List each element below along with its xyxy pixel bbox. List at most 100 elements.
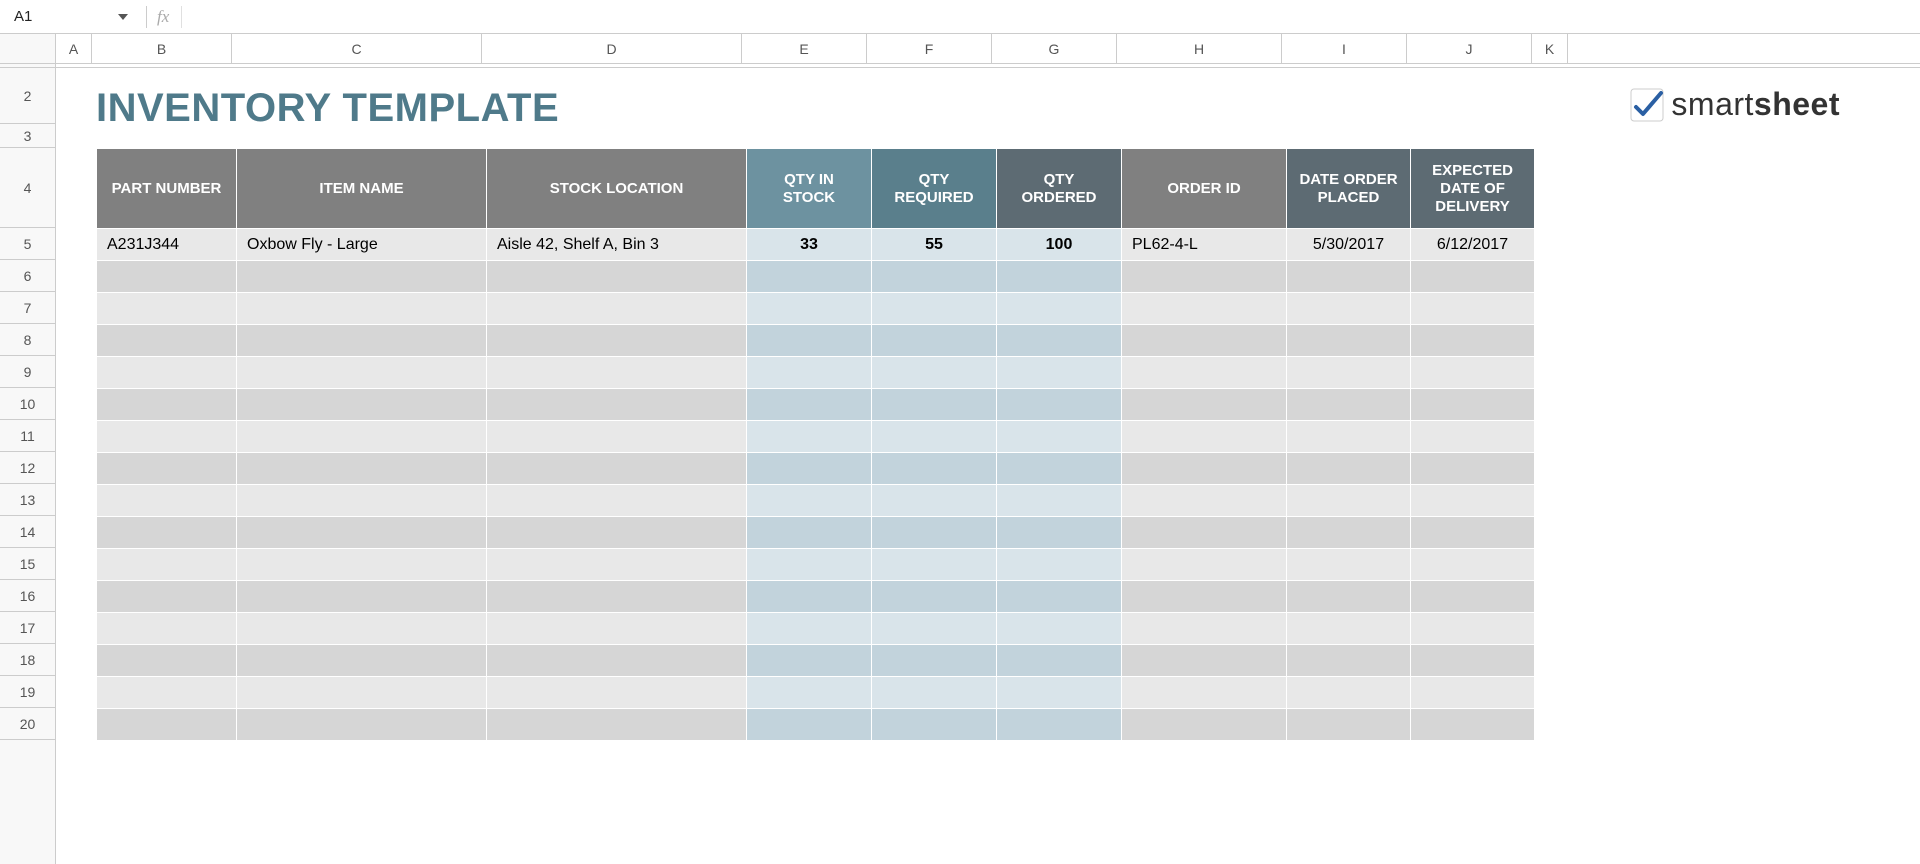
column-header-F[interactable]: F xyxy=(867,34,992,63)
cell[interactable] xyxy=(1122,485,1287,517)
cell[interactable] xyxy=(237,485,487,517)
cell[interactable] xyxy=(1122,581,1287,613)
col-stock-location[interactable]: STOCK LOCATION xyxy=(487,149,747,229)
cell[interactable] xyxy=(747,421,872,453)
row-header-9[interactable]: 9 xyxy=(0,356,55,388)
cell[interactable] xyxy=(1122,357,1287,389)
row-header-15[interactable]: 15 xyxy=(0,548,55,580)
cell[interactable] xyxy=(1287,709,1411,741)
row-header-11[interactable]: 11 xyxy=(0,420,55,452)
row-header-6[interactable]: 6 xyxy=(0,260,55,292)
cell[interactable] xyxy=(997,421,1122,453)
cell[interactable] xyxy=(997,293,1122,325)
cell[interactable] xyxy=(872,517,997,549)
cell[interactable] xyxy=(97,709,237,741)
formula-input[interactable] xyxy=(188,5,1920,29)
cell[interactable] xyxy=(872,709,997,741)
cell[interactable] xyxy=(872,677,997,709)
cell[interactable] xyxy=(1411,357,1535,389)
cell[interactable]: 100 xyxy=(997,229,1122,261)
cell[interactable] xyxy=(747,389,872,421)
cell[interactable] xyxy=(237,421,487,453)
column-header-K[interactable]: K xyxy=(1532,34,1568,63)
cell[interactable] xyxy=(1411,709,1535,741)
cell[interactable] xyxy=(97,357,237,389)
col-qty-required[interactable]: QTY REQUIRED xyxy=(872,149,997,229)
sheet-body[interactable]: INVENTORY TEMPLATE smartsheet xyxy=(56,64,1920,864)
cell[interactable] xyxy=(1411,613,1535,645)
col-order-id[interactable]: ORDER ID xyxy=(1122,149,1287,229)
cell[interactable] xyxy=(1411,421,1535,453)
cell[interactable] xyxy=(872,549,997,581)
cell[interactable]: Aisle 42, Shelf A, Bin 3 xyxy=(487,229,747,261)
cell[interactable] xyxy=(1122,677,1287,709)
cell[interactable] xyxy=(872,293,997,325)
row-header-7[interactable]: 7 xyxy=(0,292,55,324)
cell[interactable] xyxy=(1287,549,1411,581)
column-header-E[interactable]: E xyxy=(742,34,867,63)
row-header-8[interactable]: 8 xyxy=(0,324,55,356)
cell[interactable] xyxy=(1122,421,1287,453)
cell[interactable] xyxy=(237,549,487,581)
cell[interactable] xyxy=(487,709,747,741)
cell[interactable]: 6/12/2017 xyxy=(1411,229,1535,261)
table-row[interactable] xyxy=(97,389,1535,421)
cell[interactable] xyxy=(237,517,487,549)
inventory-table[interactable]: PART NUMBER ITEM NAME STOCK LOCATION QTY… xyxy=(96,148,1535,741)
cell[interactable] xyxy=(487,645,747,677)
table-row[interactable] xyxy=(97,421,1535,453)
cell[interactable] xyxy=(1411,549,1535,581)
row-header-4[interactable]: 4 xyxy=(0,148,55,228)
cell[interactable]: PL62-4-L xyxy=(1122,229,1287,261)
cell[interactable] xyxy=(97,549,237,581)
cell[interactable] xyxy=(237,613,487,645)
cell[interactable] xyxy=(872,357,997,389)
row-header-17[interactable]: 17 xyxy=(0,612,55,644)
cell[interactable] xyxy=(997,389,1122,421)
cell[interactable] xyxy=(997,517,1122,549)
cell[interactable] xyxy=(97,293,237,325)
row-header-5[interactable]: 5 xyxy=(0,228,55,260)
cell[interactable] xyxy=(1122,613,1287,645)
cell[interactable] xyxy=(237,261,487,293)
column-header-G[interactable]: G xyxy=(992,34,1117,63)
cell[interactable] xyxy=(237,645,487,677)
cell[interactable] xyxy=(872,613,997,645)
column-header-D[interactable]: D xyxy=(482,34,742,63)
name-box[interactable]: A1 xyxy=(6,4,136,30)
cell[interactable] xyxy=(747,709,872,741)
table-row[interactable] xyxy=(97,549,1535,581)
cell[interactable] xyxy=(872,645,997,677)
cell[interactable] xyxy=(1287,645,1411,677)
table-row[interactable] xyxy=(97,613,1535,645)
row-header-14[interactable]: 14 xyxy=(0,516,55,548)
table-row[interactable] xyxy=(97,261,1535,293)
col-date-order-placed[interactable]: DATE ORDER PLACED xyxy=(1287,149,1411,229)
cell[interactable] xyxy=(1122,261,1287,293)
row-header-16[interactable]: 16 xyxy=(0,580,55,612)
column-header-C[interactable]: C xyxy=(232,34,482,63)
column-header-B[interactable]: B xyxy=(92,34,232,63)
row-header-20[interactable]: 20 xyxy=(0,708,55,740)
cell[interactable] xyxy=(1287,357,1411,389)
cell[interactable] xyxy=(97,421,237,453)
table-row[interactable] xyxy=(97,453,1535,485)
cell[interactable] xyxy=(237,357,487,389)
table-row[interactable] xyxy=(97,581,1535,613)
cell[interactable] xyxy=(237,677,487,709)
table-row[interactable] xyxy=(97,485,1535,517)
cell[interactable] xyxy=(487,389,747,421)
col-part-number[interactable]: PART NUMBER xyxy=(97,149,237,229)
col-qty-in-stock[interactable]: QTY IN STOCK xyxy=(747,149,872,229)
cell[interactable] xyxy=(997,613,1122,645)
cell[interactable] xyxy=(487,613,747,645)
cell[interactable] xyxy=(1122,453,1287,485)
cell[interactable] xyxy=(1411,581,1535,613)
cell[interactable] xyxy=(487,549,747,581)
cell[interactable] xyxy=(97,677,237,709)
cell[interactable] xyxy=(747,261,872,293)
cell[interactable] xyxy=(97,485,237,517)
cell[interactable] xyxy=(1122,389,1287,421)
cell[interactable] xyxy=(97,517,237,549)
column-header-I[interactable]: I xyxy=(1282,34,1407,63)
